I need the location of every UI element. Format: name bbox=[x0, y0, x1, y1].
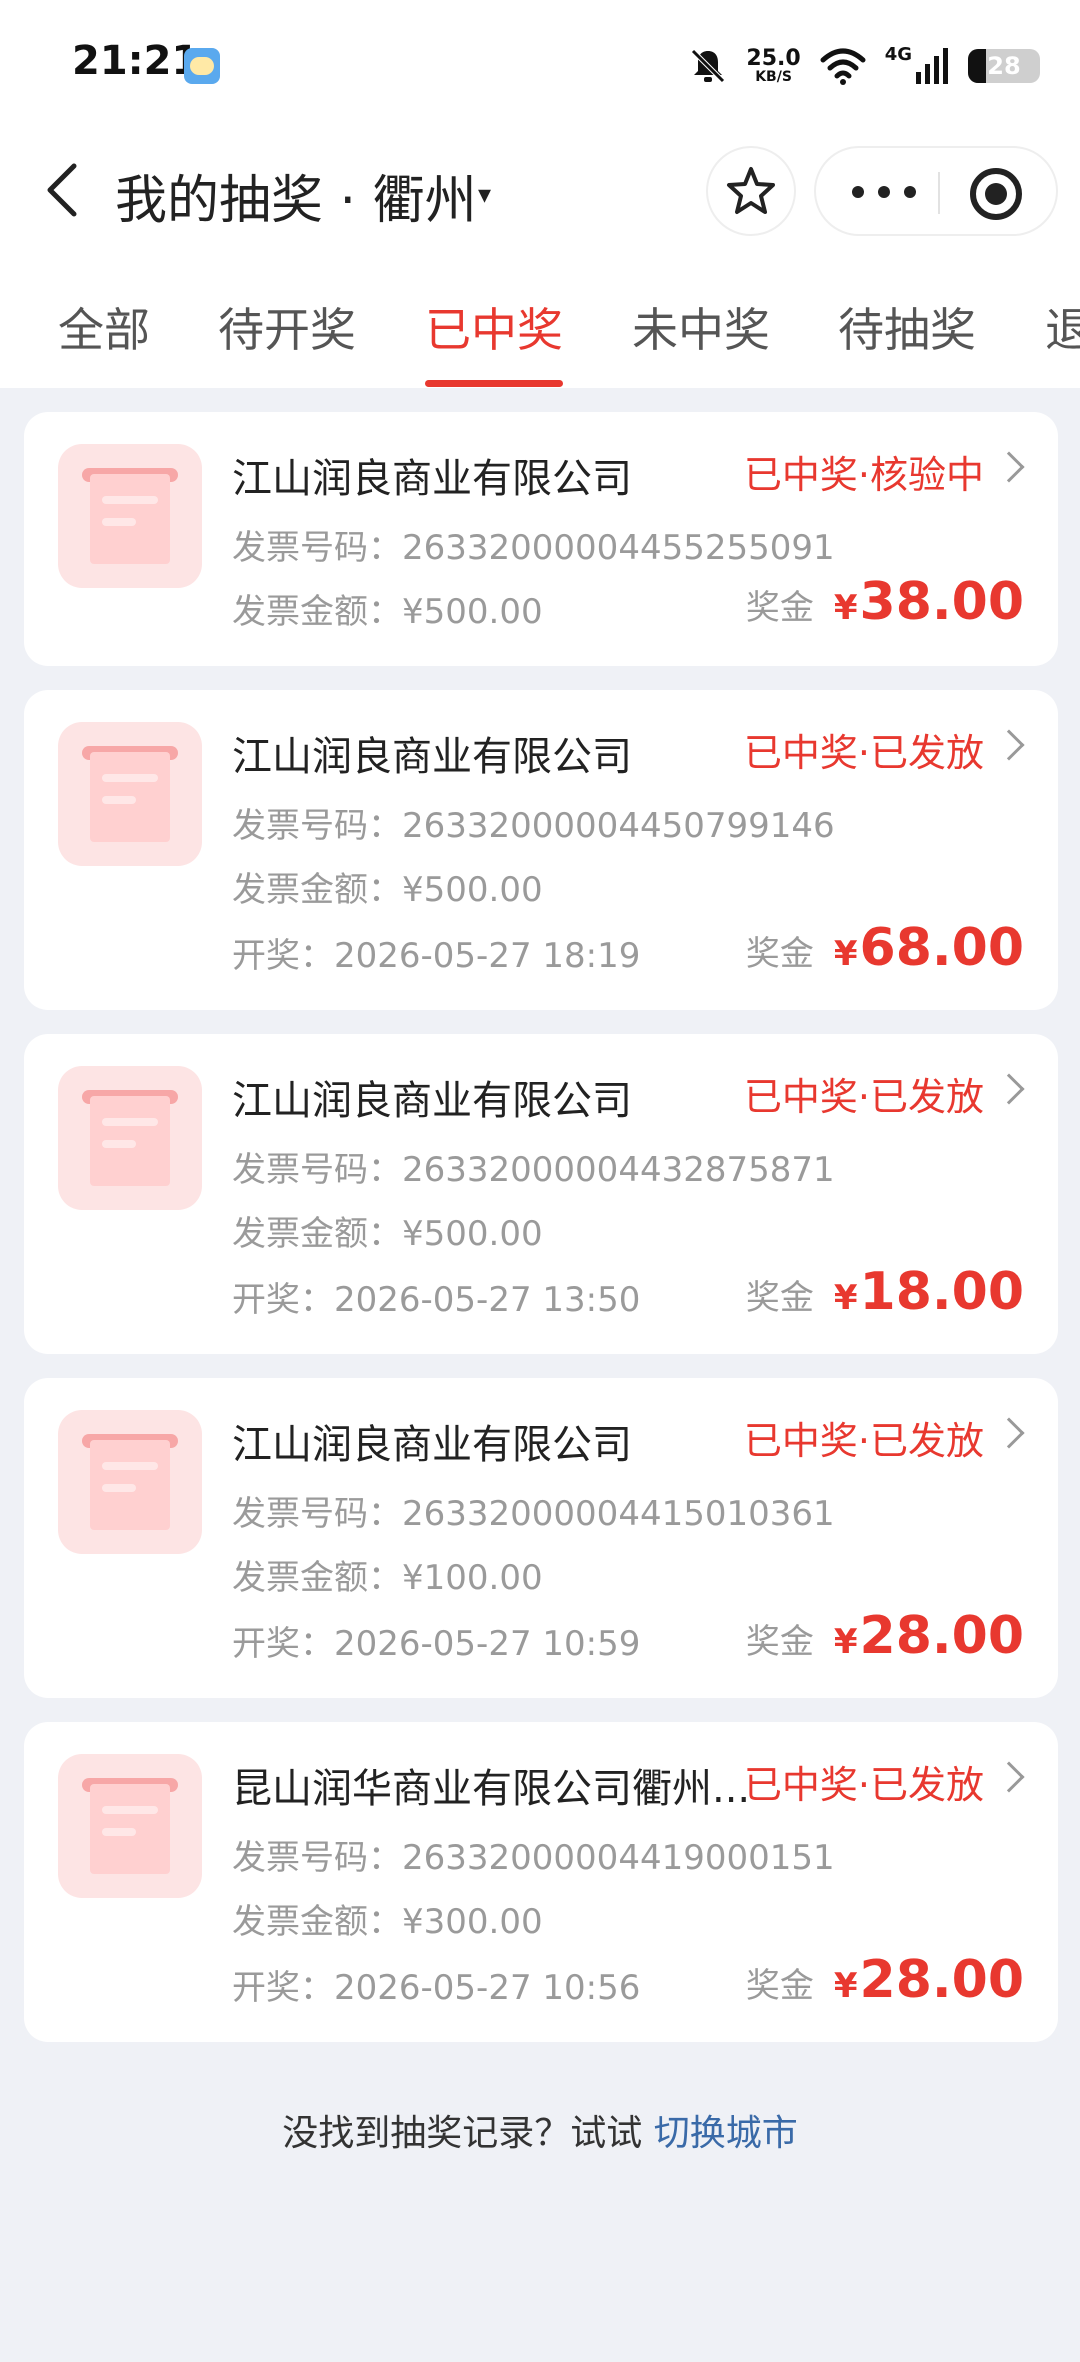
list-item[interactable]: 江山润良商业有限公司 已中奖·已发放 发票号码：2633200000445079… bbox=[24, 690, 1058, 1010]
prize-value: 38.00 bbox=[859, 572, 1024, 632]
tab-all[interactable]: 全部 bbox=[58, 294, 150, 360]
yen-symbol: ¥ bbox=[833, 934, 858, 974]
prize-label: 奖金 bbox=[745, 934, 814, 974]
wifi-icon bbox=[820, 48, 866, 85]
yen-symbol: ¥ bbox=[833, 1966, 858, 2006]
switch-city-link[interactable]: 切换城市 bbox=[654, 2113, 798, 2154]
active-tab-indicator bbox=[425, 380, 563, 387]
hint-text: 没找到抽奖记录？试试 bbox=[282, 2113, 654, 2154]
receipt-icon bbox=[58, 1410, 202, 1554]
status-icons: 25.0 KB/S 4G 28 bbox=[688, 40, 1040, 92]
merchant-name: 江山润良商业有限公司 bbox=[232, 1422, 632, 1468]
prize-amount: 奖金 ¥ 28.00 bbox=[746, 1950, 1024, 2010]
prize-amount: 奖金 ¥ 28.00 bbox=[746, 1606, 1024, 1666]
status-badge: 已中奖·已发放 bbox=[743, 1419, 984, 1463]
draw-time: 开奖：2026-05-27 10:59 bbox=[232, 1624, 641, 1664]
status-badge: 已中奖·已发放 bbox=[743, 1763, 984, 1807]
status-badge: 已中奖·已发放 bbox=[743, 1075, 984, 1119]
prize-amount: 奖金 ¥ 38.00 bbox=[746, 572, 1024, 632]
page-title: 我的抽奖 · 衢州 bbox=[115, 171, 477, 231]
list-item[interactable]: 江山润良商业有限公司 已中奖·已发放 发票号码：2633200000443287… bbox=[24, 1034, 1058, 1354]
chevron-right-icon bbox=[993, 1417, 1025, 1449]
star-icon bbox=[727, 167, 775, 214]
prize-label: 奖金 bbox=[745, 588, 814, 628]
invoice-number: 发票号码：26332000004455255091 bbox=[232, 528, 835, 568]
invoice-number: 发票号码：26332000004450799146 bbox=[232, 806, 835, 846]
invoice-number: 发票号码：26332000004415010361 bbox=[232, 1494, 835, 1534]
more-menu-button[interactable] bbox=[852, 180, 916, 204]
prize-label: 奖金 bbox=[745, 1622, 814, 1662]
receipt-icon bbox=[58, 722, 202, 866]
list-item[interactable]: 昆山润华商业有限公司衢州... 已中奖·已发放 发票号码：26332000004… bbox=[24, 1722, 1058, 2042]
yen-symbol: ¥ bbox=[833, 588, 858, 628]
list-item[interactable]: 江山润良商业有限公司 已中奖·核验中 发票号码：2633200000445525… bbox=[24, 412, 1058, 666]
signal-type: 4G bbox=[884, 44, 912, 65]
tab-not-won[interactable]: 未中奖 bbox=[632, 294, 770, 360]
signal-bars-icon bbox=[916, 48, 948, 84]
battery-level: 28 bbox=[987, 52, 1021, 80]
prize-amount: 奖金 ¥ 18.00 bbox=[746, 1262, 1024, 1322]
invoice-amount: 发票金额：¥100.00 bbox=[232, 1558, 543, 1598]
draw-time: 开奖：2026-05-27 18:19 bbox=[232, 936, 641, 976]
tab-to-draw[interactable]: 待抽奖 bbox=[838, 294, 976, 360]
prize-value: 18.00 bbox=[859, 1262, 1024, 1322]
invoice-amount: 发票金额：¥500.00 bbox=[232, 592, 543, 632]
prize-label: 奖金 bbox=[745, 1966, 814, 2006]
back-arrow-icon[interactable] bbox=[36, 160, 96, 220]
network-speed: 25.0 KB/S bbox=[746, 46, 801, 85]
merchant-name: 江山润良商业有限公司 bbox=[232, 1078, 632, 1124]
draw-time: 开奖：2026-05-27 13:50 bbox=[232, 1280, 641, 1320]
chevron-right-icon bbox=[993, 1761, 1025, 1793]
merchant-name: 江山润良商业有限公司 bbox=[232, 734, 632, 780]
top-bar: 21:21 25.0 KB/S 4G 28 我的抽奖 · 衢州 ▾ 全部 待开奖… bbox=[0, 0, 1080, 388]
prize-value: 68.00 bbox=[859, 918, 1024, 978]
receipt-icon bbox=[58, 1754, 202, 1898]
draw-time: 开奖：2026-05-27 10:56 bbox=[232, 1968, 641, 2008]
chevron-right-icon bbox=[993, 451, 1025, 483]
status-badge: 已中奖·核验中 bbox=[743, 453, 984, 497]
invoice-amount: 发票金额：¥500.00 bbox=[232, 870, 543, 910]
status-bar: 21:21 25.0 KB/S 4G 28 bbox=[0, 0, 1080, 130]
city-dropdown-icon[interactable]: ▾ bbox=[478, 180, 491, 210]
weather-icon bbox=[184, 48, 220, 84]
network-speed-unit: KB/S bbox=[755, 69, 792, 85]
receipt-icon bbox=[58, 444, 202, 588]
mini-program-capsule bbox=[814, 146, 1058, 236]
tab-won[interactable]: 已中奖 bbox=[425, 294, 563, 360]
network-speed-value: 25.0 bbox=[746, 46, 801, 71]
chevron-right-icon bbox=[993, 1073, 1025, 1105]
navigation-bar: 我的抽奖 · 衢州 ▾ bbox=[0, 140, 1080, 240]
yen-symbol: ¥ bbox=[833, 1278, 858, 1318]
close-mini-program-icon[interactable] bbox=[970, 168, 1022, 220]
prize-value: 28.00 bbox=[859, 1950, 1024, 2010]
yen-symbol: ¥ bbox=[833, 1622, 858, 1662]
invoice-number: 发票号码：26332000004432875871 bbox=[232, 1150, 835, 1190]
tab-pending-draw[interactable]: 待开奖 bbox=[218, 294, 356, 360]
mute-bell-icon bbox=[691, 49, 726, 83]
invoice-amount: 发票金额：¥500.00 bbox=[232, 1214, 543, 1254]
list-item[interactable]: 江山润良商业有限公司 已中奖·已发放 发票号码：2633200000441501… bbox=[24, 1378, 1058, 1698]
battery-icon: 28 bbox=[968, 49, 1040, 83]
tab-refund[interactable]: 退 bbox=[1045, 294, 1080, 360]
prize-value: 28.00 bbox=[859, 1606, 1024, 1666]
favorite-button[interactable] bbox=[706, 146, 796, 236]
merchant-name: 昆山润华商业有限公司衢州... bbox=[232, 1766, 751, 1812]
cellular-signal: 4G bbox=[885, 46, 950, 86]
capsule-divider bbox=[938, 172, 940, 214]
receipt-icon bbox=[58, 1066, 202, 1210]
invoice-amount: 发票金额：¥300.00 bbox=[232, 1902, 543, 1942]
prize-amount: 奖金 ¥ 68.00 bbox=[746, 918, 1024, 978]
merchant-name: 江山润良商业有限公司 bbox=[232, 456, 632, 502]
status-time: 21:21 bbox=[72, 38, 200, 84]
filter-tabs: 全部 待开奖 已中奖 未中奖 待抽奖 退 bbox=[0, 288, 1080, 388]
status-badge: 已中奖·已发放 bbox=[743, 731, 984, 775]
switch-city-hint: 没找到抽奖记录？试试 切换城市 bbox=[0, 2104, 1080, 2156]
invoice-number: 发票号码：26332000004419000151 bbox=[232, 1838, 835, 1878]
prize-label: 奖金 bbox=[745, 1278, 814, 1318]
chevron-right-icon bbox=[993, 729, 1025, 761]
prize-record-list: 江山润良商业有限公司 已中奖·核验中 发票号码：2633200000445525… bbox=[24, 412, 1058, 2066]
